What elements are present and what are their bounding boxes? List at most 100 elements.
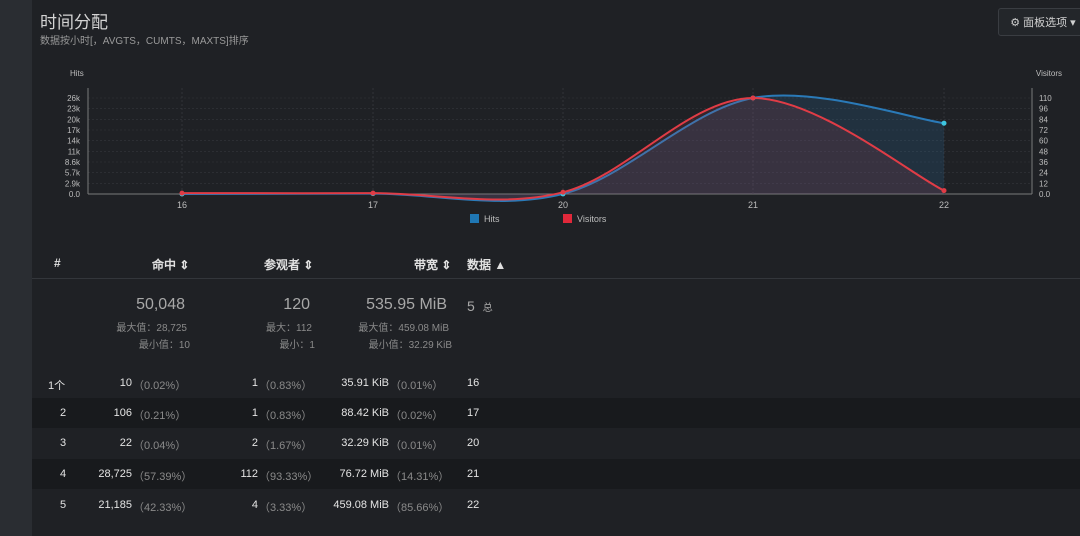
col-bandwidth-header[interactable]: 带宽 ⇕ xyxy=(414,256,451,273)
row-data: 21 xyxy=(467,468,480,480)
table-row[interactable]: 1个 10 （0.02%） 1 （0.83%） 35.91 KiB （0.01%… xyxy=(32,368,1080,398)
y-right-tick-label: 12 xyxy=(1039,179,1048,188)
y-left-tick-label: 26k xyxy=(67,94,81,103)
row-bandwidth: 32.29 KiB xyxy=(341,437,389,449)
col-hits-header[interactable]: 命中 ⇕ xyxy=(152,256,189,273)
data-point-visitors xyxy=(750,95,756,101)
row-visitors-pct: （0.83%） xyxy=(259,380,313,392)
row-bandwidth-pct: （0.01%） xyxy=(390,380,444,392)
y-right-tick-label: 84 xyxy=(1039,115,1048,124)
y-right-tick-label: 110 xyxy=(1039,94,1052,103)
y-left-tick-label: 20k xyxy=(67,115,81,124)
row-hits-pct: （0.04%） xyxy=(133,440,187,452)
legend-swatch xyxy=(563,214,572,223)
row-hits: 28,725 xyxy=(98,468,132,480)
bandwidth-total: 535.95 MiB xyxy=(366,296,447,313)
row-visitors-pct: （1.67%） xyxy=(259,440,313,452)
x-tick-label: 20 xyxy=(558,200,568,210)
x-tick-label: 16 xyxy=(177,200,187,210)
panel-options-label: 面板选项 xyxy=(1023,17,1068,29)
panel-subtitle: 数据按小时[，AVGTS，CUMTS，MAXTS]排序 xyxy=(40,36,249,47)
row-bandwidth: 459.08 MiB xyxy=(333,499,389,511)
y-right-tick-label: 72 xyxy=(1039,126,1048,135)
data-point-visitors xyxy=(560,189,566,195)
y-right-axis-label: Visitors xyxy=(1036,69,1062,78)
y-right-tick-label: 36 xyxy=(1039,158,1048,167)
row-hits: 106 xyxy=(113,407,132,419)
bandwidth-max: 最大值：459.08 MiB xyxy=(358,323,449,334)
row-index: 1个 xyxy=(48,380,66,392)
data-point-visitors xyxy=(941,188,947,194)
visitors-max: 最大：112 xyxy=(266,323,312,334)
table-row[interactable]: 3 22 （0.04%） 2 （1.67%） 32.29 KiB （0.01%）… xyxy=(32,428,1080,458)
y-left-tick-label: 8.6k xyxy=(65,158,81,167)
y-right-tick-label: 60 xyxy=(1039,137,1048,146)
y-left-tick-label: 5.7k xyxy=(65,169,81,178)
table-row[interactable]: 2 106 （0.21%） 1 （0.83%） 88.42 KiB （0.02%… xyxy=(32,398,1080,428)
row-visitors-pct: （3.33%） xyxy=(259,502,313,514)
row-visitors: 4 xyxy=(251,499,258,511)
hits-max: 最大值：28,725 xyxy=(116,323,187,334)
x-tick-label: 21 xyxy=(748,200,758,210)
y-left-tick-label: 0.0 xyxy=(69,190,81,199)
row-hits: 22 xyxy=(119,437,132,449)
row-hits-pct: （57.39%） xyxy=(133,471,193,483)
row-data: 20 xyxy=(467,437,480,449)
row-visitors-pct: （0.83%） xyxy=(259,410,313,422)
hits-total: 50,048 xyxy=(136,296,185,313)
legend-label: Hits xyxy=(484,214,500,224)
row-bandwidth-pct: （85.66%） xyxy=(390,502,450,514)
sort-both-icon: ⇕ xyxy=(303,258,314,272)
chart-svg: Hits Visitors 26k 110 23k 96 20k 84 17k 72 14k 60 11… xyxy=(65,69,1062,224)
row-bandwidth: 35.91 KiB xyxy=(341,377,389,389)
row-index: 4 xyxy=(60,468,67,480)
col-visitors-header[interactable]: 参观者 ⇕ xyxy=(264,256,313,273)
visitors-total: 120 xyxy=(283,296,310,313)
x-tick-label: 22 xyxy=(939,200,949,210)
row-visitors: 1 xyxy=(251,377,258,389)
row-bandwidth-pct: （0.02%） xyxy=(390,410,444,422)
row-visitors: 1 xyxy=(251,407,258,419)
hourly-chart: Hits Visitors 26k 110 23k 96 20k 84 17k 72 14k 60 11… xyxy=(32,62,1080,234)
y-left-axis-label: Hits xyxy=(70,69,84,78)
legend-label: Visitors xyxy=(577,214,607,224)
row-bandwidth: 76.72 MiB xyxy=(339,468,389,480)
row-data: 17 xyxy=(467,407,480,419)
row-index: 5 xyxy=(60,499,67,511)
row-hits: 10 xyxy=(119,377,132,389)
data-point-visitors xyxy=(370,190,376,196)
y-left-tick-label: 14k xyxy=(67,137,81,146)
row-hits-pct: （0.02%） xyxy=(133,380,187,392)
col-data-header[interactable]: 数据 ▲ xyxy=(467,256,506,273)
left-sidebar xyxy=(0,0,32,536)
y-left-tick-label: 23k xyxy=(67,105,81,114)
row-bandwidth-pct: （14.31%） xyxy=(390,471,450,483)
row-visitors-pct: （93.33%） xyxy=(259,471,319,483)
row-hits-pct: （0.21%） xyxy=(133,410,187,422)
x-tick-label: 17 xyxy=(368,200,378,210)
data-point-visitors xyxy=(179,190,185,196)
table-row[interactable]: 5 21,185 （42.33%） 4 （3.33%） 459.08 MiB （… xyxy=(32,490,1080,520)
bandwidth-min: 最小值：32.29 KiB xyxy=(368,340,452,351)
data-count: 5 总 xyxy=(467,298,493,314)
row-visitors: 2 xyxy=(251,437,258,449)
y-left-tick-label: 11k xyxy=(68,147,81,156)
y-right-tick-label: 24 xyxy=(1039,169,1048,178)
row-index: 3 xyxy=(60,437,67,449)
sort-asc-icon: ▲ xyxy=(494,258,507,272)
table-header: # 命中 ⇕ 参观者 ⇕ 带宽 ⇕ 数据 ▲ xyxy=(32,250,1080,279)
row-hits: 21,185 xyxy=(98,499,132,511)
panel-options-button[interactable]: ⚙ 面板选项 ▾ xyxy=(998,8,1080,36)
row-index: 2 xyxy=(60,407,67,419)
row-hits-pct: （42.33%） xyxy=(133,502,193,514)
row-bandwidth-pct: （0.01%） xyxy=(390,440,444,452)
panel-title: 时间分配 xyxy=(40,13,108,32)
sort-both-icon: ⇕ xyxy=(441,258,452,272)
table-row[interactable]: 4 28,725 （57.39%） 112 （93.33%） 76.72 MiB… xyxy=(32,459,1080,489)
row-bandwidth: 88.42 KiB xyxy=(341,407,389,419)
table-summary: 50,048 最大值：28,725 最小值：10 120 最大：112 最小：1… xyxy=(32,280,1080,369)
row-data: 16 xyxy=(467,377,480,389)
visitors-min: 最小：1 xyxy=(279,340,315,351)
y-left-tick-label: 17k xyxy=(67,126,81,135)
caret-down-icon: ▾ xyxy=(1070,16,1076,29)
